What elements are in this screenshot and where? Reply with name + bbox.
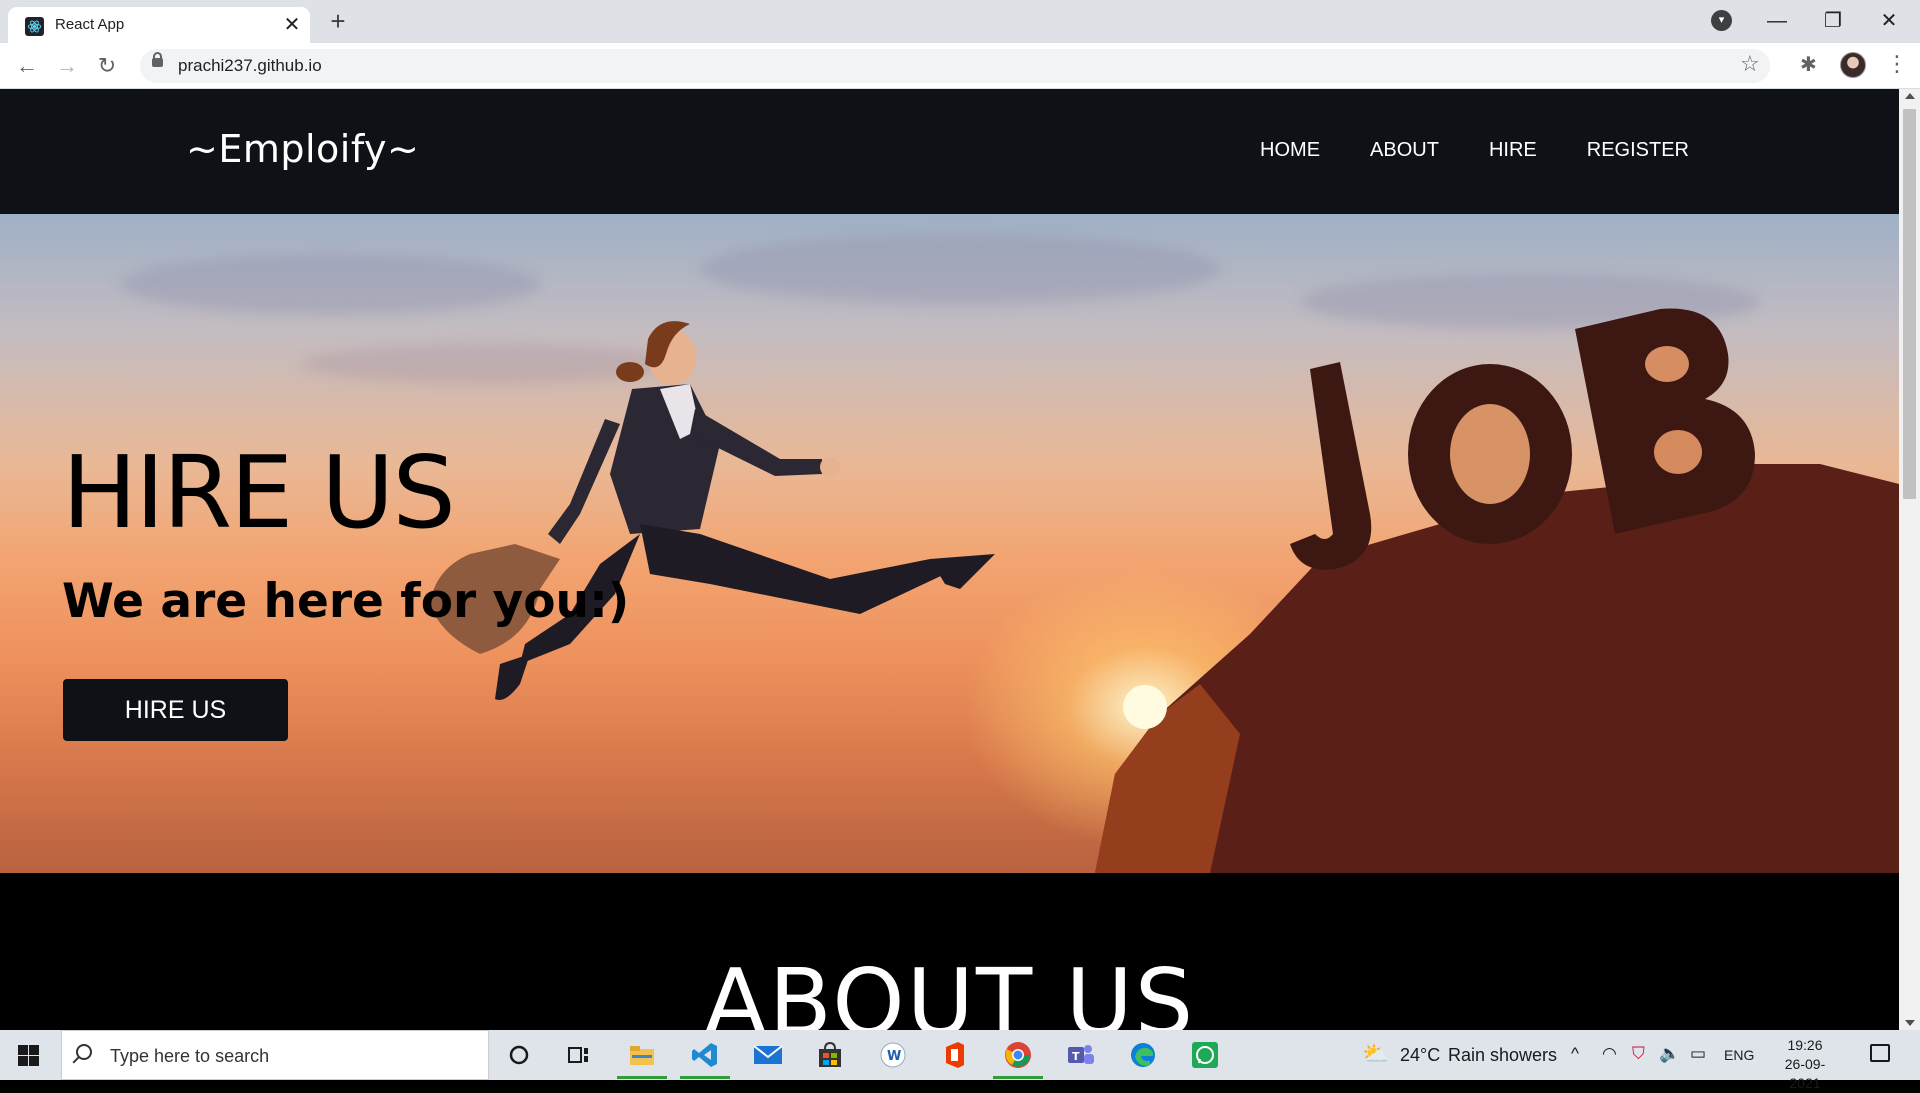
mail-icon[interactable] (751, 1038, 785, 1072)
taskbar-search[interactable]: Type here to search (61, 1030, 489, 1080)
tab-title: React App (55, 16, 125, 33)
battery-icon[interactable]: ▭ (1690, 1044, 1706, 1064)
window-close-button[interactable]: ✕ (1864, 2, 1914, 40)
back-arrow-icon[interactable]: ← (13, 52, 41, 80)
svg-text:T: T (1072, 1050, 1080, 1063)
address-bar[interactable]: prachi237.github.io ☆ (140, 49, 1770, 83)
store-icon[interactable] (813, 1038, 847, 1072)
nav-hire[interactable]: HIRE (1489, 139, 1537, 162)
about-heading: ABOUT US (703, 949, 1196, 1030)
taskbar-search-placeholder[interactable]: Type here to search (110, 1046, 269, 1067)
volume-icon[interactable]: 🔈 (1659, 1044, 1680, 1064)
hero-subtitle: We are here for you:) (62, 574, 630, 629)
mcafee-shield-icon[interactable]: ⛉ (1632, 1044, 1645, 1064)
file-explorer-active-indicator (617, 1076, 667, 1079)
scroll-up-arrow-icon[interactable] (1905, 93, 1915, 99)
task-view-icon[interactable] (562, 1038, 596, 1072)
clock[interactable]: 19:26 26-09-2021 (1770, 1036, 1840, 1093)
show-hidden-icons-chevron-icon[interactable]: ^ (1571, 1044, 1579, 1064)
vscode-icon[interactable] (688, 1038, 722, 1072)
edge-icon[interactable] (1126, 1038, 1160, 1072)
weather-description[interactable]: Rain showers (1448, 1045, 1557, 1066)
windows-start-icon[interactable] (18, 1045, 39, 1066)
profile-avatar[interactable] (1840, 52, 1866, 78)
nav-register[interactable]: REGISTER (1587, 139, 1689, 162)
wordweb-icon[interactable]: W (876, 1038, 910, 1072)
windows-taskbar: Type here to search W T ⛅ 24°C Rain show… (0, 1030, 1920, 1091)
sun (1123, 685, 1167, 729)
lock-icon[interactable] (152, 52, 163, 67)
browser-toolbar: ← → ↻ prachi237.github.io ☆ (0, 43, 1920, 89)
site-logo[interactable]: ~Emploify~ (186, 127, 419, 171)
restore-button[interactable]: ❐ (1808, 2, 1858, 40)
hero-title: HIRE US (62, 434, 456, 551)
clock-time: 19:26 (1787, 1037, 1823, 1053)
file-explorer-icon[interactable] (625, 1038, 659, 1072)
site-header: ~Emploify~ HOME ABOUT HIRE REGISTER (0, 89, 1899, 214)
nav-home[interactable]: HOME (1260, 139, 1320, 162)
extensions-puzzle-icon[interactable]: ✱ (1800, 52, 1817, 77)
leaping-woman-figure (430, 321, 995, 700)
react-favicon-icon (25, 17, 44, 36)
office-icon[interactable] (938, 1038, 972, 1072)
cortana-circle-icon[interactable] (502, 1038, 536, 1072)
clock-date: 26-09-2021 (1784, 1056, 1826, 1091)
scroll-down-arrow-icon[interactable] (1905, 1020, 1915, 1026)
weather-temp[interactable]: 24°C (1400, 1045, 1440, 1066)
bookmark-star-icon[interactable]: ☆ (1740, 51, 1760, 77)
search-icon (76, 1044, 92, 1060)
site-nav: HOME ABOUT HIRE REGISTER (1260, 139, 1689, 162)
new-tab-button[interactable]: + (323, 6, 353, 36)
hero-section: HIRE US We are here for you:) HIRE US (0, 214, 1899, 873)
reload-icon[interactable]: ↻ (93, 52, 121, 80)
browser-menu-icon[interactable]: ⋮ (1886, 50, 1908, 78)
whatsapp-icon[interactable] (1188, 1038, 1222, 1072)
svg-text:W: W (887, 1049, 901, 1064)
teams-icon[interactable]: T (1063, 1038, 1097, 1072)
nav-about[interactable]: ABOUT (1370, 139, 1439, 162)
browser-tab-strip: React App ✕ + ▾ — ❐ ✕ (0, 0, 1920, 43)
vscode-active-indicator (680, 1076, 730, 1079)
page-scrollbar[interactable] (1899, 89, 1920, 1030)
tab-close-icon[interactable]: ✕ (280, 13, 304, 37)
wifi-icon[interactable]: ◠ (1602, 1044, 1617, 1064)
weather-cloud-icon[interactable]: ⛅ (1362, 1041, 1389, 1067)
minimize-button[interactable]: — (1752, 2, 1802, 40)
browser-tab[interactable]: React App ✕ (8, 7, 310, 43)
chrome-active-indicator (993, 1076, 1043, 1079)
notification-center-icon[interactable] (1870, 1044, 1890, 1062)
chrome-icon[interactable] (1001, 1038, 1035, 1072)
address-url[interactable]: prachi237.github.io (178, 56, 322, 76)
forward-arrow-icon[interactable]: → (53, 52, 81, 80)
hire-us-button[interactable]: HIRE US (63, 679, 288, 741)
scroll-thumb[interactable] (1903, 109, 1916, 499)
tab-search-icon[interactable]: ▾ (1711, 10, 1732, 31)
page-viewport: ~Emploify~ HOME ABOUT HIRE REGISTER HIRE… (0, 89, 1899, 1030)
language-indicator[interactable]: ENG (1724, 1047, 1754, 1063)
